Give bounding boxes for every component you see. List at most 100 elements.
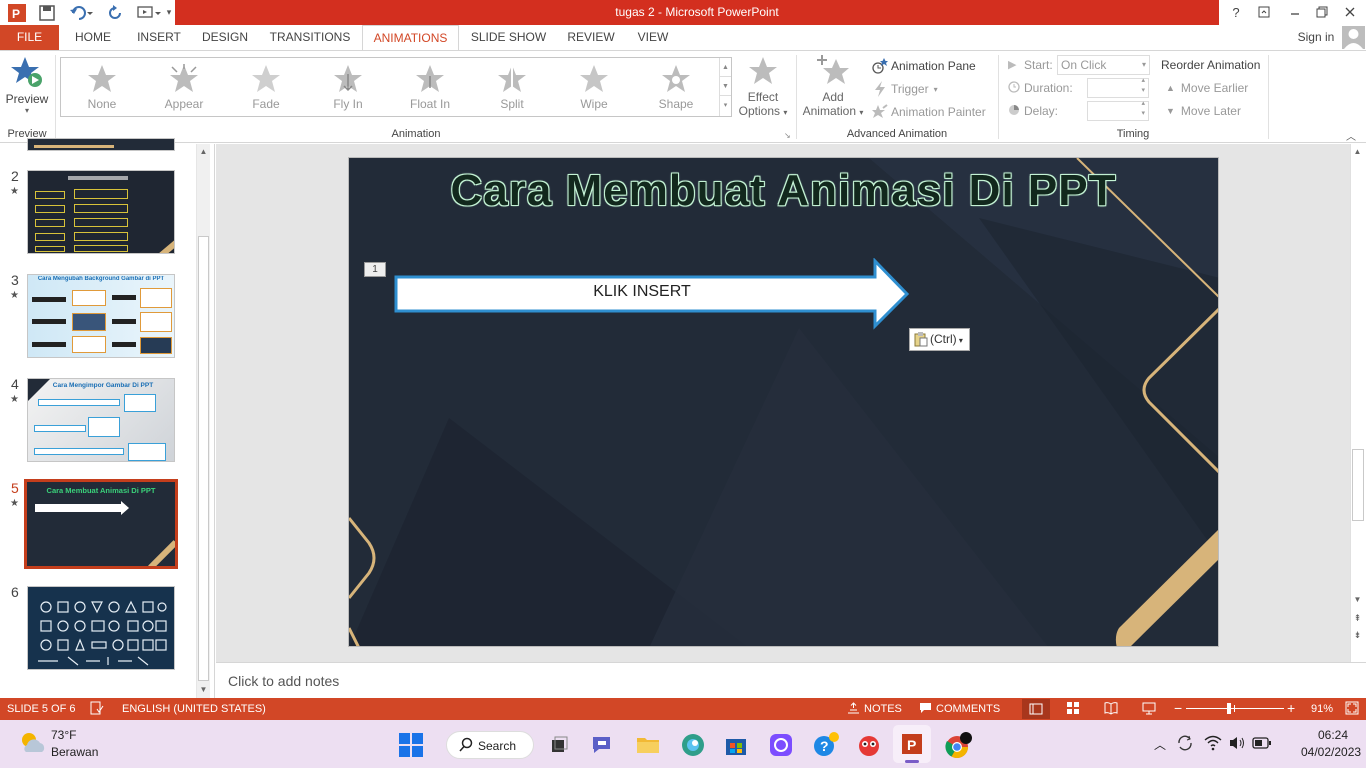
search-box[interactable]: Search xyxy=(446,731,534,759)
restore-icon[interactable] xyxy=(1308,2,1336,22)
zoom-slider[interactable] xyxy=(1186,708,1284,709)
ribbon-display-icon[interactable] xyxy=(1250,2,1278,22)
gallery-scrollbar[interactable]: ▲ ▼ ▾ xyxy=(719,58,731,116)
delay-input[interactable]: ▴ ▾ xyxy=(1087,99,1149,121)
scroll-up-icon[interactable]: ▲ xyxy=(1351,144,1364,160)
redo-icon[interactable] xyxy=(104,3,128,22)
clock-time[interactable]: 06:24 xyxy=(1318,728,1348,742)
music-app-icon[interactable] xyxy=(768,732,794,758)
volume-icon[interactable] xyxy=(1228,735,1246,754)
animation-gallery[interactable]: None Appear Fade Fly In Float In Split W… xyxy=(60,57,732,117)
windows-start-icon[interactable] xyxy=(398,732,424,758)
editor-scrollbar[interactable]: ▲ ▼ ⇞ ⇟ xyxy=(1350,144,1364,662)
sync-icon[interactable] xyxy=(1176,734,1194,755)
microsoft-store-icon[interactable] xyxy=(723,732,749,758)
paste-options-button[interactable]: (Ctrl) ▾ xyxy=(909,328,970,351)
comments-button[interactable]: COMMENTS xyxy=(936,703,1000,715)
gallery-more-icon[interactable]: ▾ xyxy=(720,96,731,115)
effect-options-button[interactable]: Effect Options ▾ xyxy=(736,55,790,125)
slide-sorter-icon[interactable] xyxy=(1066,701,1080,718)
slide-thumbnail-4[interactable]: Cara Mengimpor Gambar Di PPT xyxy=(27,378,175,462)
customize-qat-icon[interactable]: ▾ xyxy=(164,3,174,22)
tab-view[interactable]: VIEW xyxy=(630,25,676,50)
weather-icon[interactable] xyxy=(18,730,46,759)
collapse-ribbon-icon[interactable]: ︿ xyxy=(1346,128,1356,143)
zoom-level[interactable]: 91% xyxy=(1311,703,1333,715)
close-icon[interactable] xyxy=(1336,2,1364,22)
gallery-fly-in[interactable]: Fly In xyxy=(307,58,389,116)
scroll-down-icon[interactable]: ▼ xyxy=(197,682,210,698)
file-explorer-icon[interactable] xyxy=(635,732,661,758)
help-button[interactable]: ? xyxy=(1222,2,1250,22)
current-slide[interactable]: Cara Membuat Animasi Di PPT 1 KLIK INSER… xyxy=(348,157,1219,647)
slide-thumbnail-3[interactable]: Cara Mengubah Background Gambar di PPT xyxy=(27,274,175,358)
slide-thumbnail-5[interactable]: Cara Membuat Animasi Di PPT xyxy=(24,479,178,569)
slides-pane-scrollbar[interactable]: ▲ ▼ xyxy=(196,144,210,698)
scroll-thumb[interactable] xyxy=(198,236,209,681)
add-animation-button[interactable]: Add Animation ▾ xyxy=(800,55,866,125)
tab-slide-show[interactable]: SLIDE SHOW xyxy=(466,25,551,50)
reading-view-icon[interactable] xyxy=(1104,701,1118,718)
animation-pane-button[interactable]: Animation Pane xyxy=(872,57,976,75)
spinner-arrows-icon[interactable]: ▴ ▾ xyxy=(1141,99,1145,119)
edge-browser-icon[interactable] xyxy=(680,732,706,758)
scroll-down-icon[interactable]: ▼ xyxy=(1351,592,1364,608)
weather-temp[interactable]: 73°F xyxy=(51,728,76,742)
tab-home[interactable]: HOME xyxy=(65,25,121,50)
scroll-thumb[interactable] xyxy=(1352,449,1364,521)
spinner-arrows-icon[interactable]: ▴ ▾ xyxy=(1141,76,1145,96)
slide-thumbnail-2[interactable] xyxy=(27,170,175,254)
chrome-icon[interactable] xyxy=(944,732,972,758)
sign-in-link[interactable]: Sign in xyxy=(1292,25,1340,50)
gallery-down-icon[interactable]: ▼ xyxy=(720,77,731,96)
powerpoint-taskbar-button[interactable]: P xyxy=(893,725,931,763)
tab-file[interactable]: FILE xyxy=(0,25,59,50)
spelling-icon[interactable] xyxy=(90,701,104,718)
fit-slide-icon[interactable] xyxy=(1345,701,1359,718)
scroll-up-icon[interactable]: ▲ xyxy=(197,144,210,160)
normal-view-button[interactable] xyxy=(1022,699,1050,719)
minimize-icon[interactable] xyxy=(1281,2,1309,22)
notes-placeholder[interactable]: Click to add notes xyxy=(228,673,339,689)
tab-animations[interactable]: ANIMATIONS xyxy=(362,25,459,51)
notes-button[interactable]: NOTES xyxy=(864,703,902,715)
animation-order-tag[interactable]: 1 xyxy=(364,262,386,277)
next-slide-icon[interactable]: ⇟ xyxy=(1351,627,1364,643)
tab-transitions[interactable]: TRANSITIONS xyxy=(265,25,355,50)
tab-review[interactable]: REVIEW xyxy=(561,25,621,50)
gallery-wipe[interactable]: Wipe xyxy=(553,58,635,116)
zoom-out-icon[interactable]: − xyxy=(1174,700,1182,716)
battery-icon[interactable] xyxy=(1252,736,1272,753)
clock-date[interactable]: 04/02/2023 xyxy=(1301,745,1361,759)
slide-show-icon[interactable] xyxy=(1142,701,1156,718)
move-earlier-button[interactable]: ▲ Move Earlier xyxy=(1166,81,1248,95)
task-view-icon[interactable] xyxy=(546,732,572,758)
move-later-button[interactable]: ▼ Move Later xyxy=(1166,104,1241,118)
animation-painter-button[interactable]: Animation Painter xyxy=(872,103,986,121)
tab-insert[interactable]: INSERT xyxy=(131,25,187,50)
save-icon[interactable] xyxy=(36,3,58,22)
gallery-float-in[interactable]: Float In xyxy=(389,58,471,116)
teams-chat-icon[interactable] xyxy=(590,732,616,758)
slide-title[interactable]: Cara Membuat Animasi Di PPT xyxy=(349,166,1218,216)
gallery-shape[interactable]: Shape xyxy=(635,58,717,116)
zoom-in-icon[interactable]: + xyxy=(1287,700,1295,716)
start-select[interactable]: On Click ▾ xyxy=(1057,55,1150,75)
zoom-slider-thumb[interactable] xyxy=(1227,703,1232,714)
gallery-appear[interactable]: Appear xyxy=(143,58,225,116)
game-app-icon[interactable] xyxy=(856,732,882,758)
help-app-icon[interactable]: ? xyxy=(812,732,839,758)
gallery-none[interactable]: None xyxy=(61,58,143,116)
undo-icon[interactable] xyxy=(66,3,96,22)
slide-thumbnail-6[interactable] xyxy=(27,586,175,670)
slide-thumbnail-1[interactable] xyxy=(27,138,175,151)
duration-input[interactable]: ▴ ▾ xyxy=(1087,76,1149,98)
tray-overflow-icon[interactable]: ︿ xyxy=(1154,736,1166,753)
dialog-launcher-icon[interactable]: ↘ xyxy=(784,131,791,140)
gallery-fade[interactable]: Fade xyxy=(225,58,307,116)
arrow-text[interactable]: KLIK INSERT xyxy=(397,282,887,302)
wifi-icon[interactable] xyxy=(1204,735,1222,754)
language-indicator[interactable]: ENGLISH (UNITED STATES) xyxy=(122,703,266,715)
notes-pane[interactable]: Click to add notes xyxy=(216,662,1366,698)
tab-design[interactable]: DESIGN xyxy=(196,25,254,50)
